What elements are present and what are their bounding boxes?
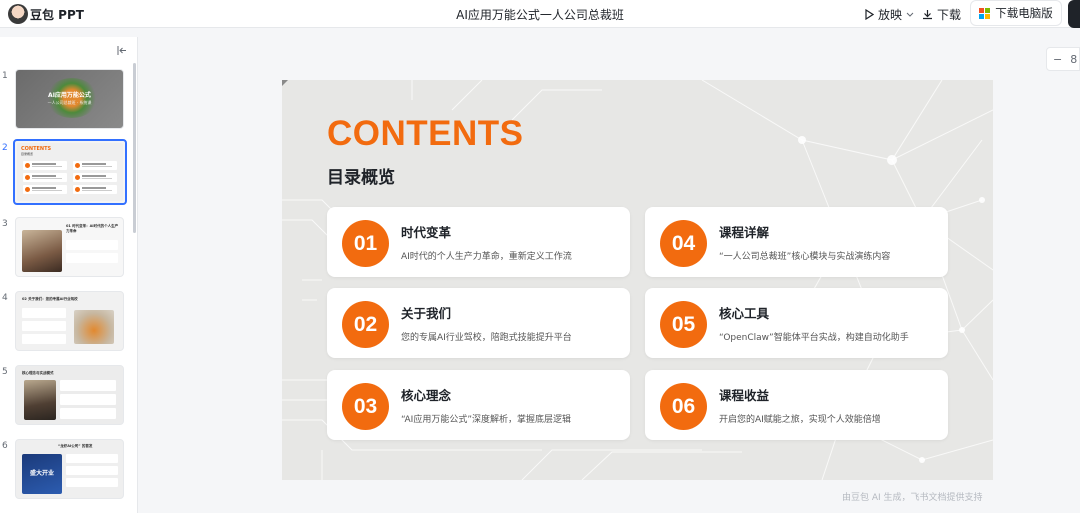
agenda-number-badge: 03	[342, 383, 389, 430]
agenda-title: 课程详解	[719, 225, 770, 240]
thumbnail-number: 5	[2, 367, 8, 377]
agenda-title: 时代变革	[401, 225, 452, 240]
zoom-out-icon[interactable]: −	[1053, 53, 1062, 66]
thumbnail-number: 3	[2, 219, 8, 229]
thumbnail-number: 4	[2, 293, 8, 303]
slide-heading: CONTENTS	[327, 114, 524, 153]
document-title[interactable]: AI应用万能公式一人公司总裁班	[0, 6, 1080, 23]
thumbnail-item[interactable]: 6 “龙虾AI公司” 的首发 盛大开业	[0, 437, 132, 501]
agenda-number-badge: 05	[660, 301, 707, 348]
thumbnail-item-active[interactable]: 2 CONTENTS 目录概览	[0, 139, 132, 205]
generated-by-note: 由豆包 AI 生成，飞书文档提供支持	[842, 493, 983, 503]
thumbnail-preview[interactable]: CONTENTS 目录概览	[13, 139, 127, 205]
download-desktop-button[interactable]: 下载电脑版	[970, 0, 1062, 26]
brain-photo	[74, 310, 114, 344]
agenda-title: 核心工具	[719, 306, 770, 321]
windows-logo-icon	[979, 7, 991, 19]
person-photo	[22, 230, 62, 272]
thumbnail-number: 1	[2, 71, 8, 81]
account-button[interactable]	[1068, 0, 1080, 28]
agenda-card-06[interactable]: 06 课程收益 开启您的AI赋能之旅，实现个人效能倍增	[645, 370, 948, 440]
agenda-card-05[interactable]: 05 核心工具 “OpenClaw”智能体平台实战，构建自动化助手	[645, 288, 948, 358]
thumbnail-item[interactable]: 4 02 关于我们：您的专属AI行业驾校	[0, 289, 132, 353]
slide-canvas[interactable]: CONTENTS 目录概览 01 时代变革 AI时代的个人生产力革命，重新定义工…	[282, 80, 993, 480]
thumbnail-title: AI应用万能公式	[48, 92, 91, 99]
thumbnail-preview[interactable]: 核心理念与实战模式	[15, 365, 124, 425]
slide-corner-marker	[282, 80, 288, 86]
office-photo	[24, 380, 56, 420]
agenda-description: AI时代的个人生产力革命，重新定义工作流	[401, 252, 572, 262]
top-bar: 豆包 PPT AI应用万能公式一人公司总裁班 放映 下载 下载电脑版	[0, 0, 1080, 28]
agenda-description: 开启您的AI赋能之旅，实现个人效能倍增	[719, 415, 881, 425]
slide-subheading: 目录概览	[327, 168, 395, 188]
agenda-title: 核心理念	[401, 388, 452, 403]
collapse-panel-icon[interactable]	[117, 45, 127, 58]
zoom-control[interactable]: − 8	[1046, 47, 1080, 71]
download-icon	[923, 10, 932, 20]
play-button[interactable]: 放映	[864, 6, 914, 23]
play-label: 放映	[878, 8, 903, 22]
thumbnail-preview[interactable]: 01 时代变革：AI时代的个人生产力革命	[15, 217, 124, 277]
download-label: 下载	[937, 8, 962, 22]
agenda-number-badge: 01	[342, 220, 389, 267]
agenda-description: “OpenClaw”智能体平台实战，构建自动化助手	[719, 333, 909, 343]
grand-opening-badge: 盛大开业	[22, 454, 62, 494]
agenda-description: “一人公司总裁班”核心模块与实战演练内容	[719, 252, 891, 262]
thumbnail-subtitle: 目录概览	[21, 152, 34, 156]
agenda-card-02[interactable]: 02 关于我们 您的专属AI行业驾校，陪跑式技能提升平台	[327, 288, 630, 358]
agenda-description: “AI应用万能公式”深度解析，掌握底层逻辑	[401, 415, 571, 425]
thumbnail-title: “龙虾AI公司” 的首发	[58, 444, 93, 448]
thumbnail-item[interactable]: 1 AI应用万能公式 一人公司总裁班 · 系统课	[0, 67, 132, 131]
thumbnail-item[interactable]: 5 核心理念与实战模式	[0, 363, 132, 427]
thumbnail-subtitle: 一人公司总裁班 · 系统课	[47, 100, 92, 105]
thumbnail-title: 核心理念与实战模式	[22, 371, 54, 375]
agenda-card-03[interactable]: 03 核心理念 “AI应用万能公式”深度解析，掌握底层逻辑	[327, 370, 630, 440]
thumbnail-title: 01 时代变革：AI时代的个人生产力革命	[66, 224, 119, 233]
chevron-down-icon	[906, 12, 914, 17]
thumbnail-number: 6	[2, 441, 8, 451]
download-button[interactable]: 下载	[922, 6, 961, 23]
thumbnail-preview[interactable]: “龙虾AI公司” 的首发 盛大开业	[15, 439, 124, 499]
agenda-number-badge: 02	[342, 301, 389, 348]
agenda-description: 您的专属AI行业驾校，陪跑式技能提升平台	[401, 333, 572, 343]
thumbnail-title: 02 关于我们：您的专属AI行业驾校	[22, 297, 78, 301]
play-icon	[865, 9, 874, 20]
thumbnail-preview[interactable]: AI应用万能公式 一人公司总裁班 · 系统课	[15, 69, 124, 129]
thumbnail-preview[interactable]: 02 关于我们：您的专属AI行业驾校	[15, 291, 124, 351]
agenda-title: 关于我们	[401, 306, 452, 321]
zoom-value: 8	[1070, 52, 1078, 66]
thumbnail-item[interactable]: 3 01 时代变革：AI时代的个人生产力革命	[0, 215, 132, 279]
sidebar-scrollbar[interactable]	[133, 63, 136, 233]
agenda-number-badge: 06	[660, 383, 707, 430]
thumbnail-number: 2	[2, 143, 8, 153]
agenda-card-01[interactable]: 01 时代变革 AI时代的个人生产力革命，重新定义工作流	[327, 207, 630, 277]
agenda-card-04[interactable]: 04 课程详解 “一人公司总裁班”核心模块与实战演练内容	[645, 207, 948, 277]
download-desktop-label: 下载电脑版	[995, 6, 1053, 20]
slide-thumbnail-panel: 1 AI应用万能公式 一人公司总裁班 · 系统课 2 CONTENTS 目录概览…	[0, 37, 138, 513]
agenda-title: 课程收益	[719, 388, 770, 403]
agenda-number-badge: 04	[660, 220, 707, 267]
